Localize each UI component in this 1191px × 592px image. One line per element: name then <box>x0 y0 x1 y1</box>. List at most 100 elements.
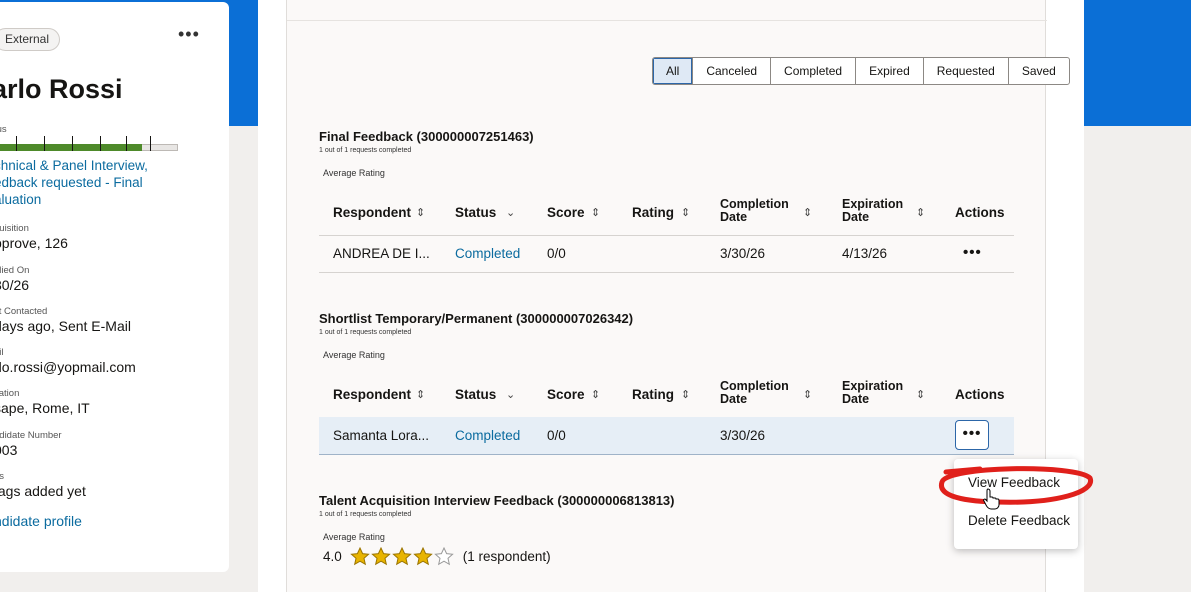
star-rating <box>349 546 455 566</box>
status-progress-bar <box>0 136 178 152</box>
col-actions: Actions <box>955 387 1005 402</box>
star-icon <box>412 546 433 565</box>
sort-updown-icon[interactable]: ⇕ <box>803 388 812 401</box>
chevron-down-icon[interactable]: ⌄ <box>506 388 515 401</box>
average-rating-label: Average Rating <box>323 168 385 178</box>
average-rating-label: Average Rating <box>323 350 385 360</box>
star-icon <box>391 546 412 565</box>
section-subtitle: 1 out of 1 requests completed <box>319 511 412 518</box>
sort-updown-icon[interactable]: ⇕ <box>681 388 690 401</box>
col-score[interactable]: Score <box>547 205 585 220</box>
candidate-number-label: ndidate Number <box>0 430 62 441</box>
sort-updown-icon[interactable]: ⇕ <box>416 206 425 219</box>
filter-saved[interactable]: Saved <box>1009 58 1069 84</box>
col-score[interactable]: Score <box>547 387 585 402</box>
status-filter-group: All Canceled Completed Expired Requested… <box>652 57 1070 85</box>
sort-updown-icon[interactable]: ⇕ <box>681 206 690 219</box>
section-title: Final Feedback (300000007251463) <box>319 129 534 144</box>
col-respondent[interactable]: Respondent <box>333 387 411 402</box>
status-label: tus <box>0 124 7 135</box>
annotation-circle-icon <box>939 466 1093 505</box>
col-actions: Actions <box>955 205 1005 220</box>
candidate-number-value: 003 <box>0 442 18 458</box>
col-completion-date[interactable]: Completion Date <box>720 198 789 224</box>
rating-value: 4.0 <box>323 548 342 564</box>
stage-line: aluation <box>0 192 42 207</box>
divider <box>287 20 1047 21</box>
col-status[interactable]: Status <box>455 387 496 402</box>
location-value: sape, Rome, IT <box>0 400 90 416</box>
last-contacted-label: st Contacted <box>0 306 48 317</box>
sort-updown-icon[interactable]: ⇕ <box>916 206 925 219</box>
progress-fill <box>0 144 142 151</box>
section-title: Talent Acquisition Interview Feedback (3… <box>319 493 675 508</box>
progress-tick <box>72 136 73 151</box>
sort-updown-icon[interactable]: ⇕ <box>591 206 600 219</box>
col-label-line: Date <box>720 210 748 224</box>
filter-canceled[interactable]: Canceled <box>693 58 772 84</box>
cell-score: 0/0 <box>547 428 566 443</box>
applied-on-label: plied On <box>0 265 30 276</box>
cell-completion-date: 3/30/26 <box>720 428 766 443</box>
stage-line: chnical & Panel Interview, <box>0 158 148 173</box>
delete-feedback-menu-item[interactable]: Delete Feedback <box>968 513 1070 528</box>
col-label-line: Date <box>842 210 870 224</box>
tags-value: tags added yet <box>0 483 86 499</box>
average-rating-label: Average Rating <box>323 532 385 542</box>
divider <box>319 235 1014 236</box>
requisition-label: quisition <box>0 223 29 234</box>
location-label: cation <box>0 388 20 399</box>
tags-label: gs <box>0 471 5 482</box>
col-respondent[interactable]: Respondent <box>333 205 411 220</box>
sort-updown-icon[interactable]: ⇕ <box>591 388 600 401</box>
candidate-profile-link[interactable]: ndidate profile <box>0 513 82 529</box>
col-rating[interactable]: Rating <box>632 387 674 402</box>
progress-tick <box>126 136 127 151</box>
section-subtitle: 1 out of 1 requests completed <box>319 147 412 154</box>
col-status[interactable]: Status <box>455 205 496 220</box>
more-options-icon[interactable]: ••• <box>178 24 200 45</box>
progress-tick <box>44 136 45 151</box>
cell-status-link[interactable]: Completed <box>455 428 520 443</box>
last-contacted-value: days ago, Sent E-Mail <box>0 318 131 334</box>
respondent-count: (1 respondent) <box>462 548 551 564</box>
status-stage-link[interactable]: chnical & Panel Interview, edback reques… <box>0 157 214 208</box>
sort-updown-icon[interactable]: ⇕ <box>416 388 425 401</box>
requisition-value: pprove, 126 <box>0 235 68 251</box>
cell-score: 0/0 <box>547 246 566 261</box>
email-value: rlo.rossi@yopmail.com <box>0 359 136 375</box>
sort-updown-icon[interactable]: ⇕ <box>803 206 812 219</box>
progress-tick <box>100 136 101 151</box>
row-actions-button[interactable]: ••• <box>955 420 989 450</box>
chevron-down-icon[interactable]: ⌄ <box>506 206 515 219</box>
feedback-content: All Canceled Completed Expired Requested… <box>286 0 1070 592</box>
stage-line: edback requested - Final <box>0 175 143 190</box>
star-icon <box>433 546 454 565</box>
cell-status-link[interactable]: Completed <box>455 246 520 261</box>
section-title: Shortlist Temporary/Permanent (300000007… <box>319 311 634 326</box>
progress-tick <box>16 136 17 151</box>
col-rating[interactable]: Rating <box>632 205 674 220</box>
filter-requested[interactable]: Requested <box>924 58 1009 84</box>
candidate-type-badge: External <box>0 28 61 51</box>
col-expiration-date[interactable]: Expiration Date <box>842 198 903 224</box>
col-completion-date[interactable]: Completion Date <box>720 380 789 406</box>
col-expiration-date[interactable]: Expiration Date <box>842 380 903 406</box>
star-icon <box>349 546 370 565</box>
row-actions-button[interactable]: ••• <box>963 244 982 261</box>
progress-tick <box>150 136 151 151</box>
candidate-name: arlo Rossi <box>0 74 123 104</box>
filter-expired[interactable]: Expired <box>856 58 924 84</box>
section-subtitle: 1 out of 1 requests completed <box>319 329 412 336</box>
applied-on-value: 30/26 <box>0 277 30 293</box>
divider <box>319 272 1014 273</box>
cell-respondent: Samanta Lora... <box>333 428 430 443</box>
sort-updown-icon[interactable]: ⇕ <box>916 388 925 401</box>
hand-cursor-icon <box>983 488 1000 510</box>
average-rating-summary: 4.0 (1 respondent) <box>323 546 551 566</box>
email-label: ail <box>0 347 4 358</box>
star-icon <box>370 546 391 565</box>
filter-all[interactable]: All <box>653 58 694 84</box>
filter-completed[interactable]: Completed <box>771 58 857 84</box>
col-label-line: Date <box>720 392 748 406</box>
